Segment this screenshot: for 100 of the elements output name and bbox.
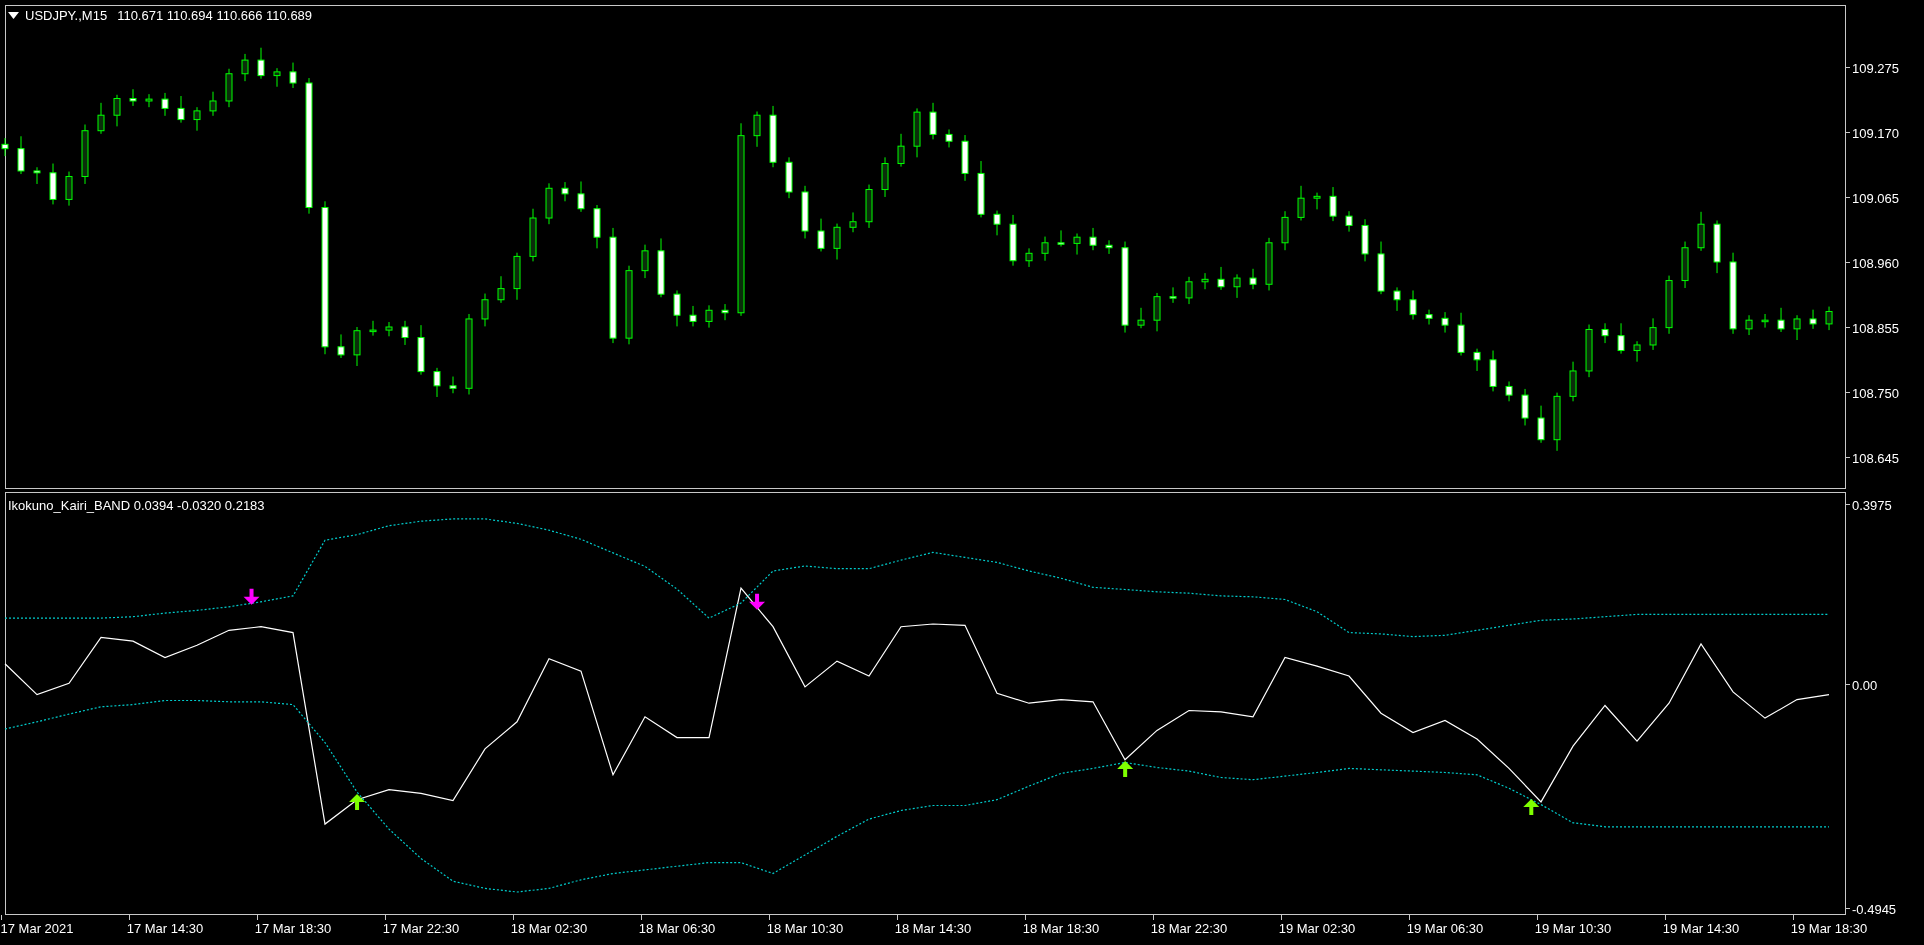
candlestick [481, 293, 489, 327]
candlestick [353, 326, 361, 367]
candlestick [1297, 185, 1305, 221]
candlestick [1089, 227, 1097, 251]
time-axis-label: 18 Mar 22:30 [1150, 922, 1228, 935]
time-axis-label: 18 Mar 06:30 [638, 922, 716, 935]
candlestick [1329, 186, 1337, 222]
candlestick [433, 367, 441, 398]
down-arrow-icon [749, 593, 766, 610]
up-arrow-icon [1117, 760, 1134, 777]
candlestick [1745, 314, 1753, 336]
candlestick [769, 105, 777, 168]
price-axis-label: 109.275 [1852, 61, 1899, 75]
candlestick [241, 53, 249, 82]
price-axis-label: 108.960 [1852, 256, 1899, 270]
time-axis-label: 18 Mar 10:30 [766, 922, 844, 935]
time-axis-label: 17 Mar 2021 [0, 922, 74, 935]
candlestick [81, 124, 89, 185]
candlestick [257, 47, 265, 80]
candlestick [49, 163, 57, 205]
candlestick [1057, 229, 1065, 247]
candlestick [721, 303, 729, 321]
candlestick [1825, 306, 1833, 331]
candlestick [161, 92, 169, 117]
candlestick [113, 94, 121, 127]
candlestick [1521, 388, 1529, 426]
candlestick [945, 128, 953, 148]
candlestick [1793, 314, 1801, 341]
up-arrow-icon [1523, 798, 1540, 815]
candlestick [1233, 273, 1241, 299]
candlestick [545, 182, 553, 225]
candlestick [1393, 286, 1401, 312]
candlestick [657, 237, 665, 298]
candlestick [225, 68, 233, 108]
time-axis-label: 17 Mar 22:30 [382, 922, 460, 935]
time-axis-label: 19 Mar 10:30 [1534, 922, 1612, 935]
candlestick [1457, 312, 1465, 356]
candlestick [1633, 340, 1641, 363]
candlestick [1249, 268, 1257, 290]
candlestick [1601, 322, 1609, 344]
dropdown-triangle-icon[interactable] [8, 12, 19, 20]
candlestick [1489, 350, 1497, 392]
candlestick [513, 252, 521, 301]
time-axis-label: 19 Mar 06:30 [1406, 922, 1484, 935]
candlestick [65, 171, 73, 207]
candlestick [449, 376, 457, 394]
candlestick [1649, 317, 1657, 351]
time-axis-label: 19 Mar 14:30 [1662, 922, 1740, 935]
time-axis-label: 19 Mar 02:30 [1278, 922, 1356, 935]
candlestick [1313, 192, 1321, 210]
candlestick [1617, 322, 1625, 355]
candlestick [1345, 210, 1353, 233]
time-axis-label: 18 Mar 02:30 [510, 922, 588, 935]
candlestick [385, 321, 393, 337]
candlestick [689, 305, 697, 327]
candlestick [1713, 220, 1721, 274]
candlestick [497, 275, 505, 304]
candlestick [561, 181, 569, 202]
candlestick [17, 135, 25, 175]
candlestick [929, 102, 937, 140]
price-axis-label: 108.645 [1852, 451, 1899, 465]
candlestick [1409, 289, 1417, 321]
time-axis-label: 18 Mar 18:30 [1022, 922, 1100, 935]
indicator-axis-label: 0.3975 [1852, 498, 1892, 512]
candlestick [289, 62, 297, 89]
candlestick [1377, 241, 1385, 295]
candlestick [1809, 309, 1817, 330]
candlestick [337, 333, 345, 359]
candlestick [1265, 237, 1273, 291]
candlestick [817, 218, 825, 252]
candlestick [129, 88, 137, 107]
candlestick [1553, 392, 1561, 452]
candlestick [1473, 348, 1481, 372]
candlestick [1585, 324, 1593, 378]
up-arrow-icon [349, 794, 366, 810]
candlestick [177, 95, 185, 124]
candlestick [577, 181, 585, 213]
candlestick [369, 320, 377, 337]
candlestick [193, 106, 201, 132]
candlestick [1697, 211, 1705, 252]
indicator-label: Ikokuno_Kairi_BAND 0.0394 -0.0320 0.2183 [8, 497, 265, 515]
candlestick [785, 156, 793, 199]
candlestick [1009, 214, 1017, 267]
candlestick [1185, 276, 1193, 305]
candlestick [673, 289, 681, 327]
candlestick [1025, 247, 1033, 268]
candlestick [1441, 311, 1449, 334]
price-axis-label: 108.855 [1852, 321, 1899, 335]
chart-symbol: USDJPY.,M15 [25, 7, 108, 25]
candlestick [1201, 272, 1209, 290]
indicator-axis-label: -0.4945 [1852, 902, 1897, 916]
candlestick [1137, 307, 1145, 329]
candlestick [1777, 307, 1785, 333]
price-axis-label: 108.750 [1852, 386, 1899, 400]
candlestick [1105, 239, 1113, 255]
candlestick [529, 208, 537, 262]
candlestick [1537, 405, 1545, 444]
candlestick [897, 133, 905, 168]
indicator-axis-label: 0.00 [1852, 678, 1878, 692]
candlestick [865, 184, 873, 229]
